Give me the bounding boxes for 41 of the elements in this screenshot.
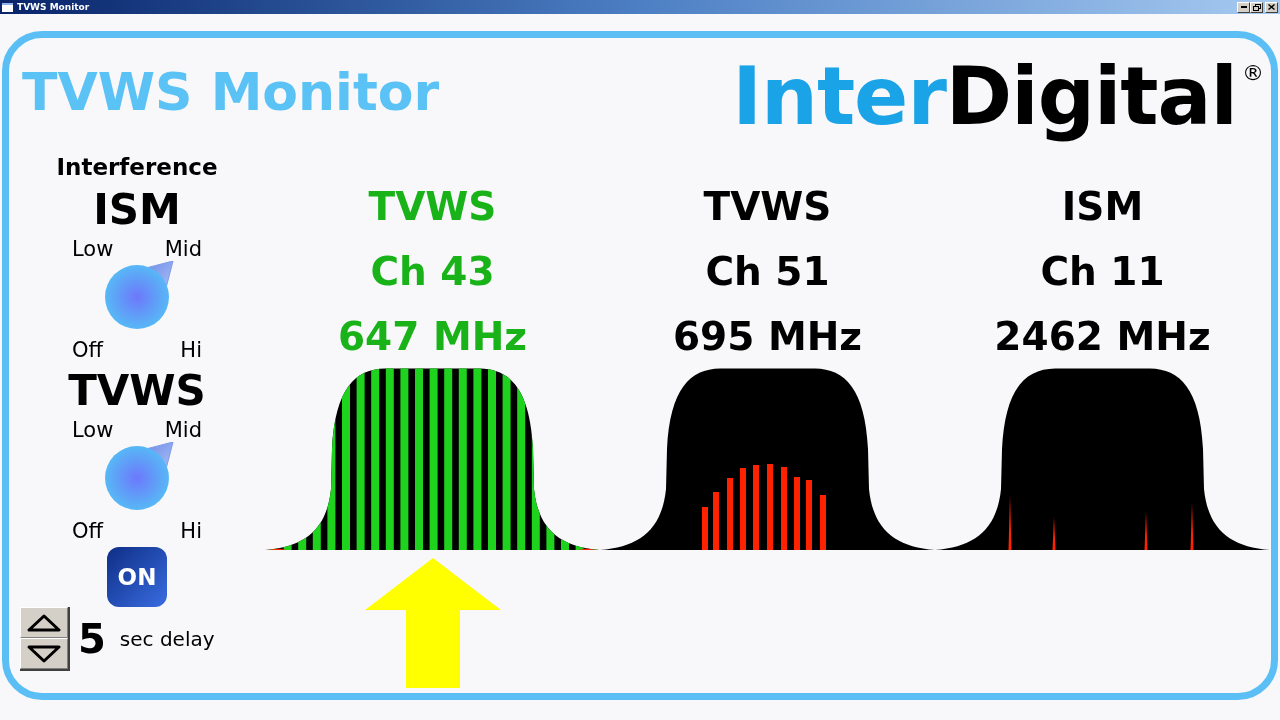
app-title: TVWS Monitor [22, 62, 440, 122]
dial-label: Off [72, 519, 103, 543]
dial-label: Mid [164, 418, 202, 442]
band-name: TVWS [368, 183, 497, 231]
increase-button[interactable] [20, 607, 68, 638]
window-title: TVWS Monitor [17, 1, 90, 13]
dial-title: ISM [93, 188, 181, 232]
dial-title: TVWS [68, 369, 206, 413]
channel-number: Ch 51 [705, 248, 830, 296]
band-name: TVWS [703, 183, 832, 231]
power-toggle[interactable]: ON [107, 547, 167, 607]
delay-value: 5 [78, 617, 106, 661]
logo-wordmark: InterDigital [732, 49, 1238, 145]
dial-knob[interactable] [104, 442, 175, 511]
dial-label: Low [72, 237, 114, 261]
close-icon [1268, 4, 1275, 10]
dial-label: Hi [180, 338, 202, 362]
delay-spinner[interactable] [20, 607, 70, 671]
up-triangle-icon [27, 613, 61, 632]
dial-label: Mid [164, 237, 202, 261]
interference-heading: Interference [56, 153, 218, 181]
down-triangle-icon [27, 644, 61, 663]
delay-unit-label: sec delay [119, 627, 215, 651]
band-name: ISM [1061, 183, 1144, 231]
dial-label: Hi [180, 519, 202, 543]
dial-label: Off [72, 338, 103, 362]
channel-number: Ch 11 [1040, 248, 1165, 296]
restore-icon [1252, 3, 1261, 11]
frequency-label: 647 MHz [337, 313, 528, 361]
dial-knob[interactable] [104, 261, 175, 330]
close-button[interactable] [1265, 1, 1278, 13]
minimize-icon [1240, 6, 1247, 8]
decrease-button[interactable] [20, 638, 68, 669]
minimize-button[interactable] [1237, 1, 1250, 13]
frequency-label: 695 MHz [672, 313, 863, 361]
frequency-label: 2462 MHz [994, 313, 1211, 361]
window-icon [2, 2, 13, 12]
dial-label: Low [72, 418, 114, 442]
registered-mark: ® [1242, 61, 1264, 85]
channel-number: Ch 43 [370, 248, 495, 296]
restore-button[interactable] [1250, 1, 1263, 13]
